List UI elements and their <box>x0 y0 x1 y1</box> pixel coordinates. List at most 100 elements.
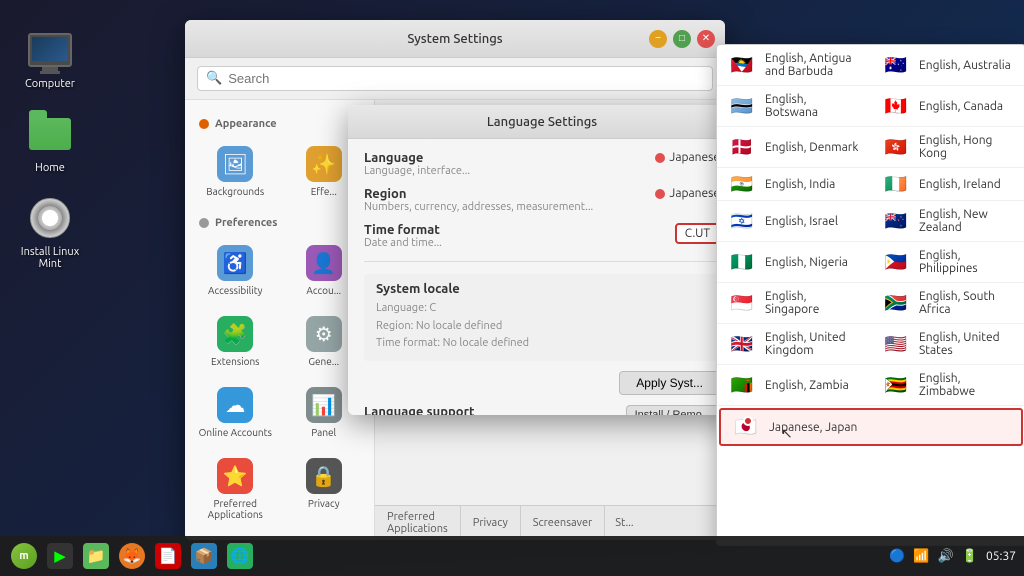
label-en-au: English, Australia <box>919 59 1011 72</box>
dropdown-item-en-sg[interactable]: 🇸🇬 English, Singapore <box>717 283 871 324</box>
dropdown-item-en-za[interactable]: 🇿🇦 English, South Africa <box>871 283 1024 324</box>
desktop-icon-install[interactable]: Install Linux Mint <box>10 188 90 276</box>
close-button[interactable]: ✕ <box>697 30 715 48</box>
tab-st[interactable]: St... <box>605 506 643 540</box>
general-icon: ⚙ <box>306 316 342 352</box>
dropdown-item-en-il[interactable]: 🇮🇱 English, Israel <box>717 201 871 242</box>
online-accounts-icon: ☁ <box>217 387 253 423</box>
dropdown-item-en-ph[interactable]: 🇵🇭 English, Philippines <box>871 242 1024 283</box>
dropdown-item-en-gb[interactable]: 🇬🇧 English, United Kingdom <box>717 324 871 365</box>
accessibility-label: Accessibility <box>208 285 262 296</box>
flag-en-hk: 🇭🇰 <box>883 138 909 156</box>
window-controls: − □ ✕ <box>649 30 715 48</box>
flag-en-zw: 🇿🇼 <box>883 376 909 394</box>
lang-support-title: Language support <box>364 405 475 415</box>
taskbar-settings[interactable]: 🌐 <box>224 540 256 572</box>
locale-line-2: Region: No locale defined <box>376 318 708 336</box>
lang-dialog-title: Language Settings <box>487 115 597 129</box>
lang-support-info: Language support 24 languages installed <box>364 405 475 415</box>
panel-icon: 📊 <box>306 387 342 423</box>
dropdown-item-en-au[interactable]: 🇦🇺 English, Australia <box>871 45 1024 86</box>
accounts-label: Accou... <box>306 285 341 296</box>
label-en-dk: English, Denmark <box>765 141 858 154</box>
appearance-label: Appearance <box>215 118 277 130</box>
dropdown-item-en-ng[interactable]: 🇳🇬 English, Nigeria <box>717 242 871 283</box>
flag-en-za: 🇿🇦 <box>883 294 909 312</box>
dropdown-grid: 🇦🇬 English, Antigua and Barbuda 🇦🇺 Engli… <box>717 45 1024 406</box>
preferences-dot <box>199 218 209 228</box>
tab-preferred-apps[interactable]: PreferredApplications <box>375 506 461 540</box>
panel-label: Panel <box>311 427 336 438</box>
label-en-ag: English, Antigua and Barbuda <box>765 52 859 78</box>
backgrounds-icon: 🖼 <box>217 146 253 182</box>
locale-title: System locale <box>376 282 708 296</box>
label-en-hk: English, Hong Kong <box>919 134 1013 160</box>
search-wrap[interactable]: 🔍 <box>197 66 713 91</box>
dropdown-item-en-dk[interactable]: 🇩🇰 English, Denmark <box>717 127 871 168</box>
flag-en-nz: 🇳🇿 <box>883 212 909 230</box>
tab-screensaver[interactable]: Screensaver <box>521 506 605 540</box>
flag-en-il: 🇮🇱 <box>729 212 755 230</box>
preferred-apps-icon: ⭐ <box>217 458 253 494</box>
desktop-icon-home[interactable]: Home <box>10 104 90 180</box>
lang-value-region[interactable]: Japanese <box>655 187 720 200</box>
dropdown-item-en-zw[interactable]: 🇿🇼 English, Zimbabwe <box>871 365 1024 406</box>
taskbar-firefox[interactable]: 🦊 <box>116 540 148 572</box>
dropdown-item-en-us[interactable]: 🇺🇸 English, United States <box>871 324 1024 365</box>
dropdown-item-ja-jp[interactable]: 🇯🇵 Japanese, Japan ↖ <box>719 408 1023 446</box>
label-en-il: English, Israel <box>765 215 838 228</box>
desktop-icon-computer[interactable]: Computer <box>10 20 90 96</box>
lang-value-text-region: Japanese <box>669 187 720 200</box>
settings-sidebar: Appearance 🖼 Backgrounds ✨ Effe... Prefe… <box>185 100 375 540</box>
settings-title: System Settings <box>407 32 502 46</box>
taskbar-software[interactable]: 📦 <box>188 540 220 572</box>
sidebar-item-extensions[interactable]: 🧩 Extensions <box>193 308 278 375</box>
dropdown-item-en-ag[interactable]: 🇦🇬 English, Antigua and Barbuda <box>717 45 871 86</box>
label-en-ph: English, Philippines <box>919 249 1013 275</box>
minimize-button[interactable]: − <box>649 30 667 48</box>
taskbar-text-editor[interactable]: 📄 <box>152 540 184 572</box>
preferences-label: Preferences <box>215 217 277 229</box>
dropdown-item-en-bw[interactable]: 🇧🇼 English, Botswana <box>717 86 871 127</box>
preferred-apps-label: Preferred Applications <box>197 498 274 520</box>
taskbar-mint-menu[interactable]: m <box>8 540 40 572</box>
apply-system-button[interactable]: Apply Syst... <box>619 371 720 395</box>
dropdown-item-en-ie[interactable]: 🇮🇪 English, Ireland <box>871 168 1024 201</box>
label-en-ng: English, Nigeria <box>765 256 848 269</box>
dropdown-item-en-hk[interactable]: 🇭🇰 English, Hong Kong <box>871 127 1024 168</box>
lang-value-language[interactable]: Japanese <box>655 151 720 164</box>
lang-label-time-format: Time format <box>364 223 665 237</box>
maximize-button[interactable]: □ <box>673 30 691 48</box>
time-format-value[interactable]: C.UT <box>675 223 720 244</box>
dropdown-item-en-zm[interactable]: 🇿🇲 English, Zambia <box>717 365 871 406</box>
lang-desc-time-format: Date and time... <box>364 237 665 249</box>
sidebar-item-online-accounts[interactable]: ☁ Online Accounts <box>193 379 278 446</box>
clock: 05:37 <box>986 550 1016 563</box>
dropdown-item-en-ca[interactable]: 🇨🇦 English, Canada <box>871 86 1024 127</box>
taskbar-terminal[interactable]: ▶ <box>44 540 76 572</box>
dropdown-item-en-nz[interactable]: 🇳🇿 English, New Zealand <box>871 201 1024 242</box>
dropdown-item-en-in[interactable]: 🇮🇳 English, India <box>717 168 871 201</box>
desktop-icons-container: Computer Home Install Linux Mint <box>0 0 100 296</box>
lang-content: Language Language, interface... Japanese… <box>348 139 736 415</box>
label-en-zw: English, Zimbabwe <box>919 372 1013 398</box>
lang-desc-region: Numbers, currency, addresses, measuremen… <box>364 201 645 213</box>
sidebar-item-accessibility[interactable]: ♿ Accessibility <box>193 237 278 304</box>
language-dropdown[interactable]: 🇦🇬 English, Antigua and Barbuda 🇦🇺 Engli… <box>716 44 1024 546</box>
label-en-gb: English, United Kingdom <box>765 331 859 357</box>
software-icon: 📦 <box>191 543 217 569</box>
home-icon-img <box>26 110 74 158</box>
sidebar-item-privacy[interactable]: 🔒 Privacy <box>282 450 367 528</box>
system-tray: 🔵 📶 🔊 🔋 05:37 <box>889 549 1016 564</box>
install-remove-button[interactable]: Install / Remo... <box>626 405 720 415</box>
tab-privacy[interactable]: Privacy <box>461 506 521 540</box>
settings-titlebar: System Settings − □ ✕ <box>185 20 725 58</box>
terminal-icon: ▶ <box>47 543 73 569</box>
sidebar-item-preferred-apps[interactable]: ⭐ Preferred Applications <box>193 450 278 528</box>
lang-label-language: Language <box>364 151 645 165</box>
files-icon: 📁 <box>83 543 109 569</box>
search-input[interactable] <box>228 71 704 86</box>
sidebar-item-backgrounds[interactable]: 🖼 Backgrounds <box>193 138 278 205</box>
taskbar-files[interactable]: 📁 <box>80 540 112 572</box>
volume-icon: 🔊 <box>938 549 954 564</box>
